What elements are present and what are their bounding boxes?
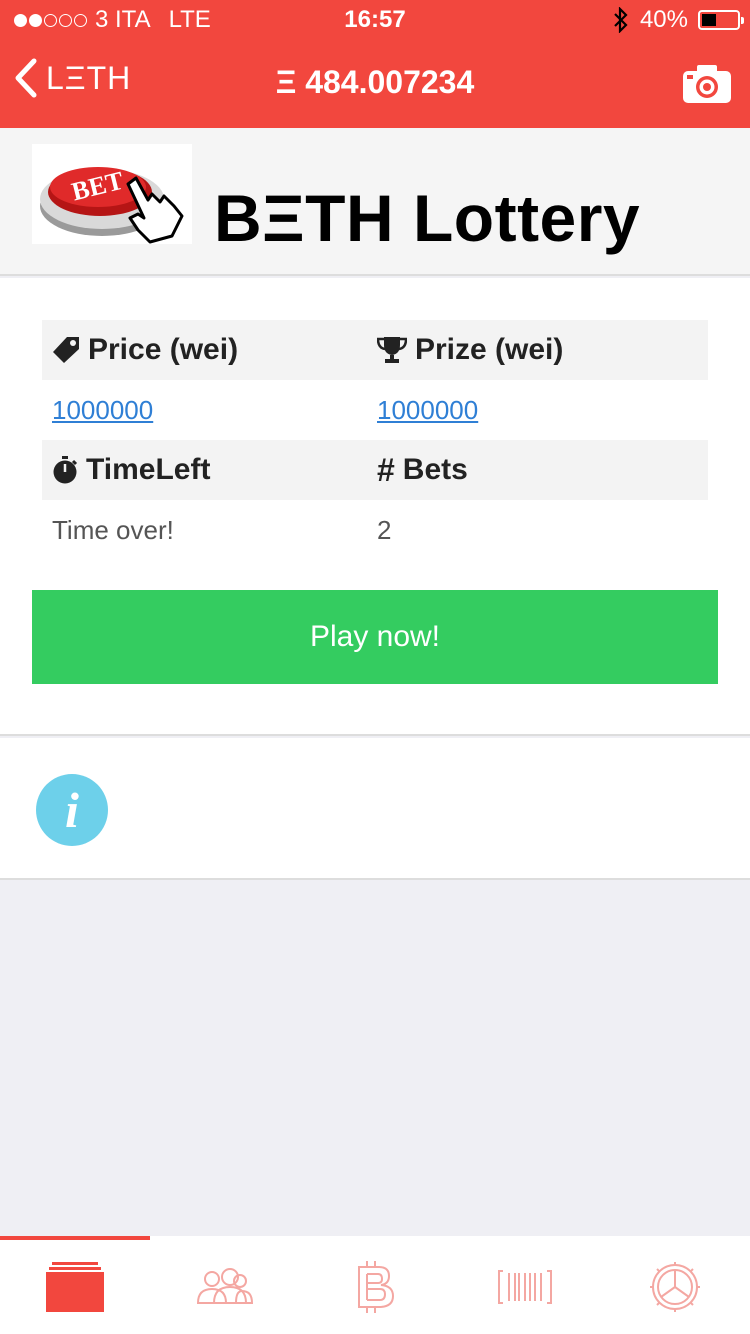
lottery-info-table: Price (wei) Prize (wei) 1000000 1000000 [42, 320, 708, 560]
tab-cards[interactable] [0, 1240, 150, 1334]
table-header-row: TimeLeft # Bets [42, 440, 708, 500]
price-value-link[interactable]: 1000000 [52, 395, 153, 426]
app-title: BΞTH Lottery [214, 181, 641, 255]
tab-scan[interactable] [450, 1240, 600, 1334]
timeleft-cell: Time over! [42, 515, 375, 546]
bets-value: 2 [377, 514, 392, 545]
info-icon[interactable]: i [36, 774, 108, 846]
info-section: i [0, 738, 750, 880]
settings-icon [650, 1262, 700, 1312]
tab-settings[interactable] [600, 1240, 750, 1334]
timeleft-header: TimeLeft [42, 453, 375, 487]
table-row: Time over! 2 [42, 500, 708, 560]
price-header: Price (wei) [42, 333, 375, 367]
tab-bar [0, 1236, 750, 1334]
table-header-row: Price (wei) Prize (wei) [42, 320, 708, 380]
top-bar: 3 ITA LTE 16:57 40% LΞTH Ξ 484.007234 [0, 0, 750, 128]
prize-header: Prize (wei) [375, 333, 708, 367]
navigation-bar: LΞTH Ξ 484.007234 [0, 40, 750, 128]
battery-icon [698, 10, 744, 30]
people-icon [196, 1268, 254, 1304]
cards-icon [46, 1262, 104, 1312]
status-right: 40% [612, 6, 744, 34]
battery-percent: 40% [639, 6, 688, 33]
trophy-icon [377, 337, 407, 363]
camera-icon [683, 65, 731, 103]
lottery-card: Price (wei) Prize (wei) 1000000 1000000 [0, 278, 750, 736]
camera-button[interactable] [682, 64, 732, 109]
bets-cell: 2 [375, 515, 708, 546]
price-label: Price (wei) [88, 333, 239, 366]
prize-cell: 1000000 [375, 395, 708, 426]
app-header: BET BΞTH Lottery [0, 128, 750, 276]
balance-title: Ξ 484.007234 [275, 64, 475, 100]
price-cell: 1000000 [42, 395, 375, 426]
bets-header: # Bets [375, 452, 708, 489]
hash-icon: # [377, 451, 395, 488]
bet-button-logo: BET [32, 144, 192, 244]
prize-label: Prize (wei) [415, 333, 564, 366]
play-now-button[interactable]: Play now! [32, 590, 718, 684]
bets-label: Bets [402, 453, 468, 486]
bluetooth-icon [614, 7, 628, 33]
tab-bitcoin[interactable] [300, 1240, 450, 1334]
timeleft-label: TimeLeft [86, 453, 211, 486]
barcode-icon [498, 1270, 552, 1304]
stopwatch-icon [53, 456, 78, 484]
table-row: 1000000 1000000 [42, 380, 708, 440]
tag-icon [53, 337, 79, 363]
bitcoin-icon [358, 1261, 395, 1313]
status-bar: 3 ITA LTE 16:57 40% [0, 0, 750, 40]
prize-value-link[interactable]: 1000000 [377, 395, 478, 426]
tab-contacts[interactable] [150, 1240, 300, 1334]
timeleft-value: Time over! [52, 514, 174, 545]
